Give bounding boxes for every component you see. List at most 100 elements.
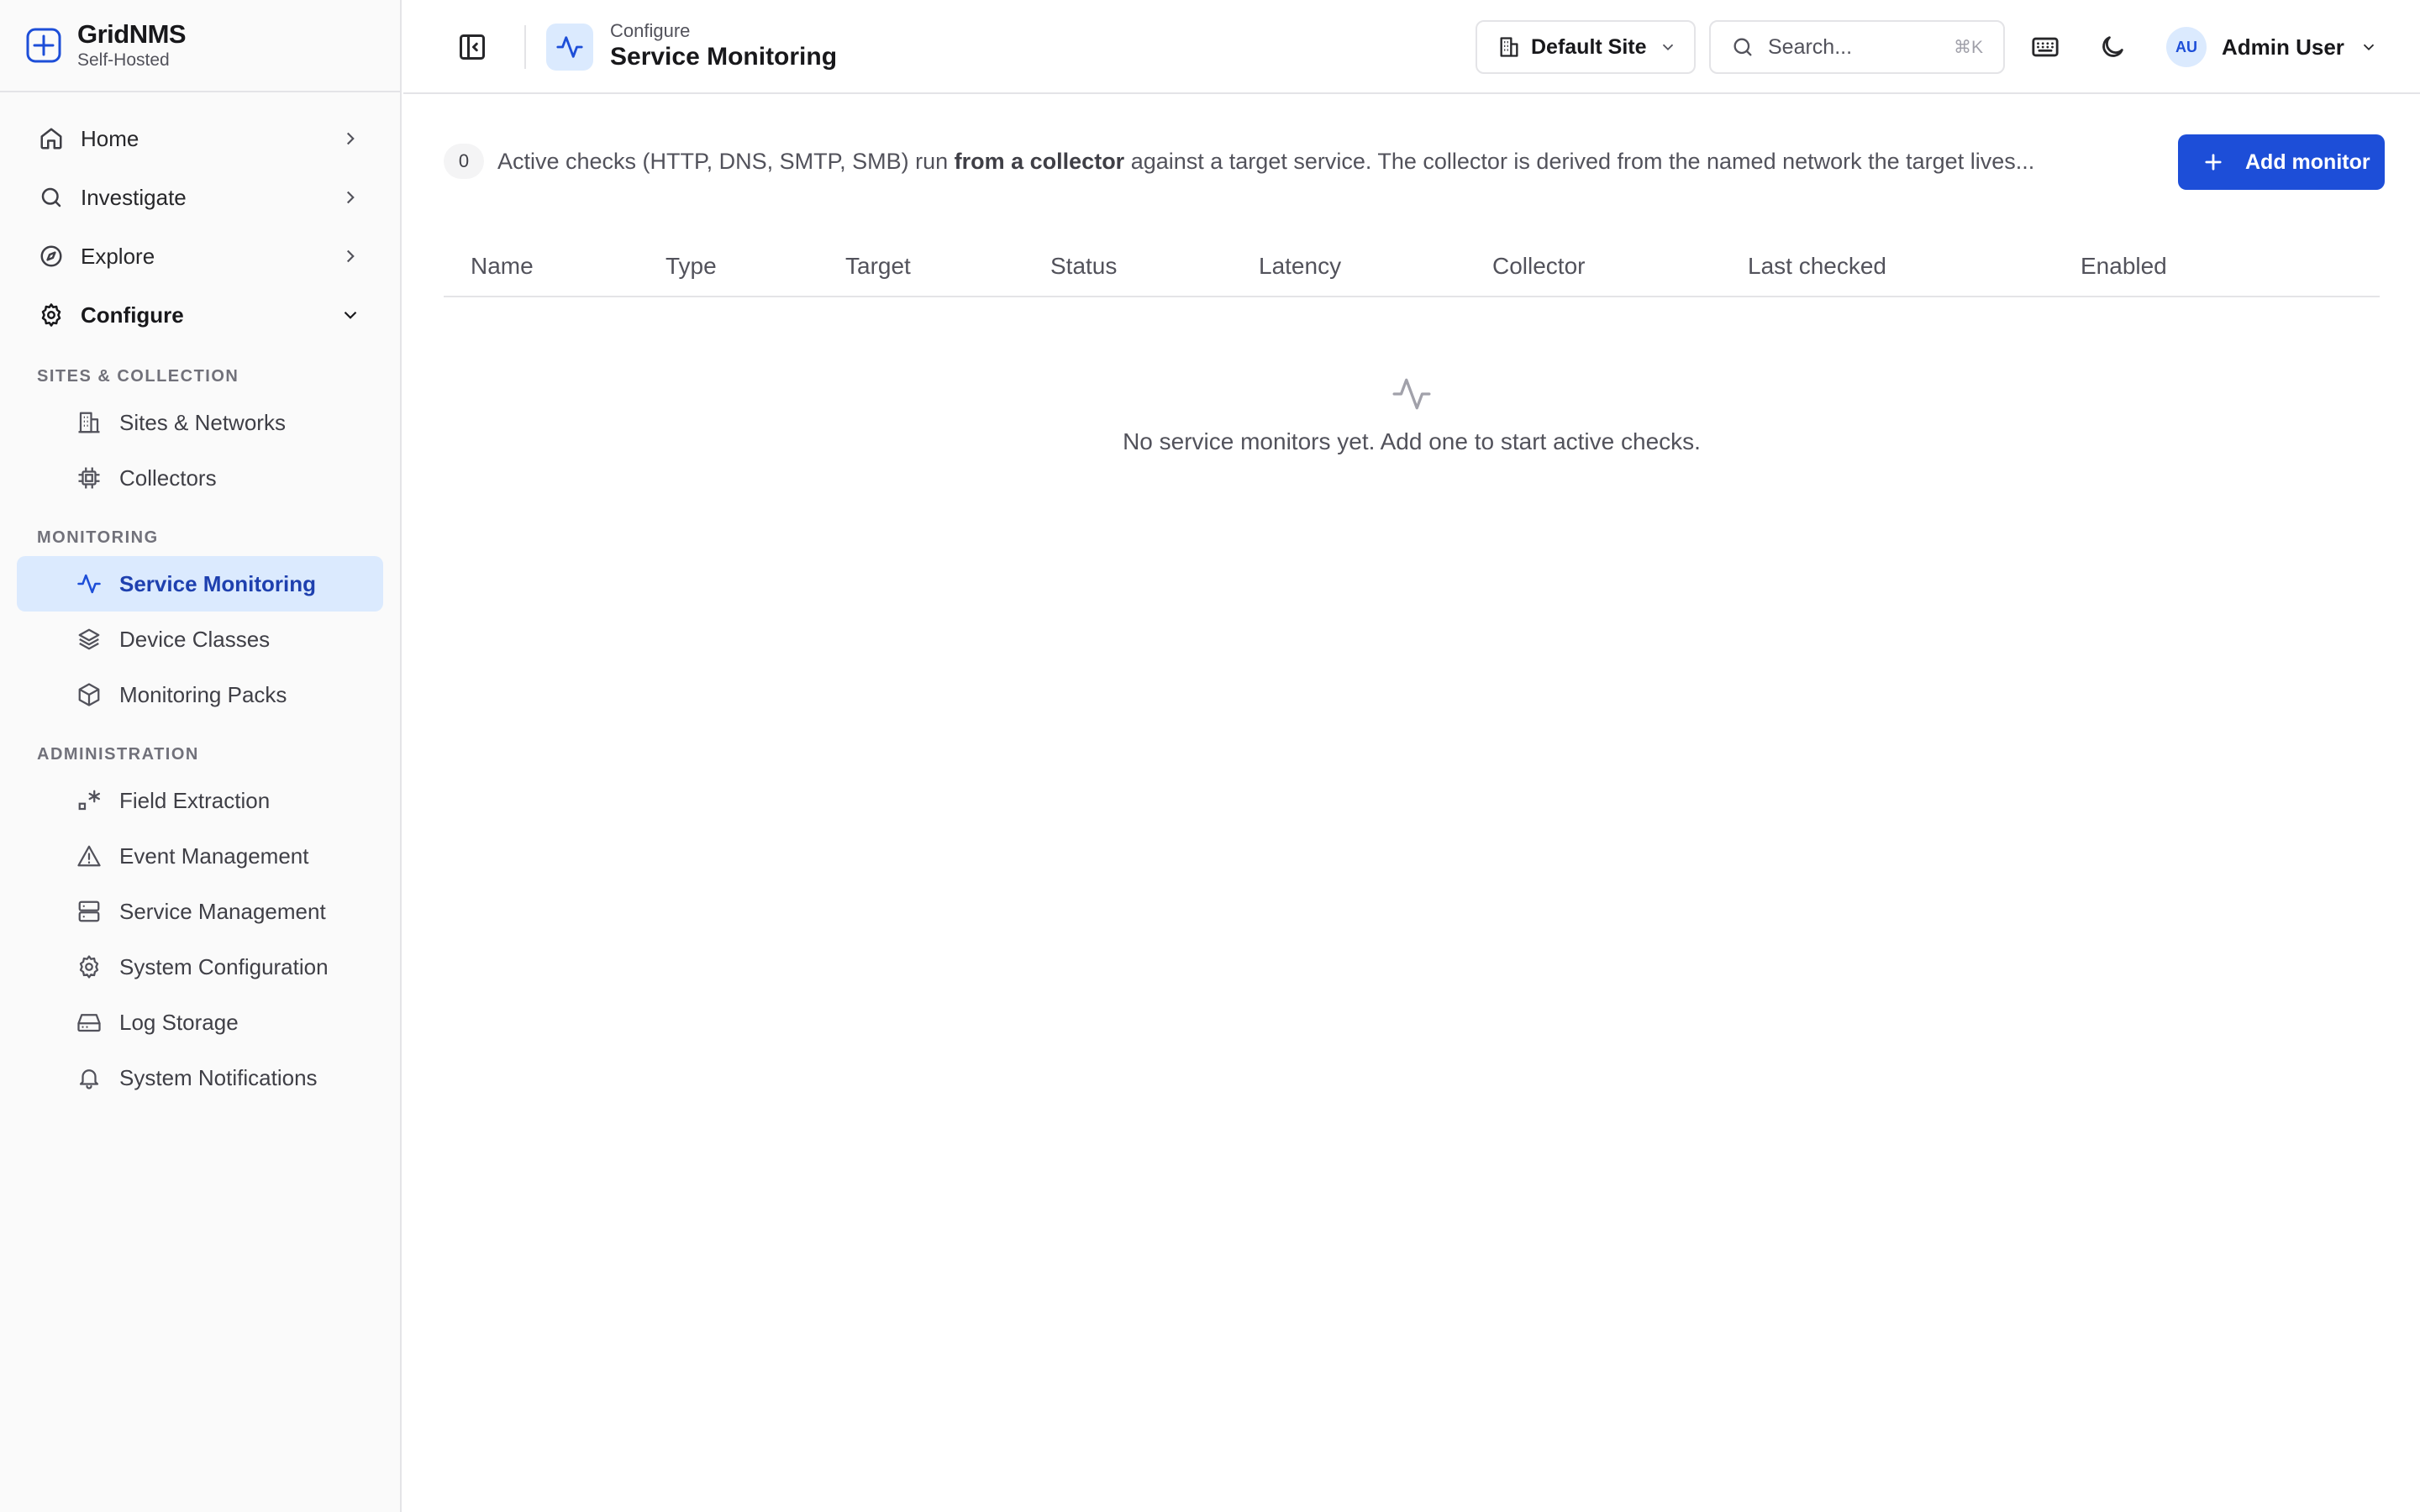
gridnms-logo-icon bbox=[25, 27, 62, 64]
keyboard-icon[interactable] bbox=[2028, 30, 2062, 64]
activity-icon bbox=[76, 570, 103, 597]
section-label-administration: ADMINISTRATION bbox=[37, 745, 199, 764]
monitors-table: Name Type Target Status Latency Collecto… bbox=[444, 237, 2380, 297]
warning-icon bbox=[76, 843, 103, 869]
info-text-bold: from a collector bbox=[954, 148, 1125, 174]
search-input[interactable]: Search... ⌘K bbox=[1709, 20, 2005, 74]
sidebar-item-monitoring-packs[interactable]: Monitoring Packs bbox=[17, 667, 383, 722]
column-header-type[interactable]: Type bbox=[666, 237, 717, 296]
sidebar-item-label: Field Extraction bbox=[119, 787, 271, 813]
empty-state: No service monitors yet. Add one to star… bbox=[444, 373, 2380, 455]
column-header-last-checked[interactable]: Last checked bbox=[1748, 237, 1886, 296]
page-title-block: Configure Service Monitoring bbox=[610, 20, 837, 72]
sidebar-item-label: Service Monitoring bbox=[119, 570, 317, 596]
sidebar-item-label: Configure bbox=[81, 302, 184, 328]
building-icon bbox=[76, 409, 103, 436]
sidebar-item-investigate[interactable]: Investigate bbox=[17, 168, 383, 227]
empty-state-message: No service monitors yet. Add one to star… bbox=[1123, 428, 1701, 454]
breadcrumb[interactable]: Configure bbox=[610, 20, 837, 42]
sidebar-item-label: Investigate bbox=[81, 184, 187, 210]
layers-icon bbox=[76, 626, 103, 653]
sidebar-item-label: Sites & Networks bbox=[119, 409, 286, 435]
chevron-down-icon bbox=[2360, 38, 2378, 56]
sidebar-item-system-configuration[interactable]: System Configuration bbox=[17, 939, 383, 995]
chevron-right-icon bbox=[339, 128, 361, 150]
sidebar-item-configure[interactable]: Configure bbox=[17, 286, 383, 344]
table-header: Name Type Target Status Latency Collecto… bbox=[444, 237, 2380, 297]
extract-icon bbox=[76, 787, 103, 814]
sidebar-item-label: System Notifications bbox=[119, 1064, 318, 1090]
add-monitor-label: Add monitor bbox=[2245, 150, 2370, 174]
sidebar-item-label: Log Storage bbox=[119, 1009, 239, 1035]
brand[interactable]: GridNMS Self-Hosted bbox=[0, 0, 400, 92]
sidebar-item-label: Monitoring Packs bbox=[119, 681, 287, 707]
search-icon bbox=[37, 183, 66, 212]
info-row: 0 Active checks (HTTP, DNS, SMTP, SMB) r… bbox=[444, 134, 2385, 190]
sidebar-item-service-monitoring[interactable]: Service Monitoring bbox=[17, 556, 383, 612]
info-text-prefix: Active checks (HTTP, DNS, SMTP, SMB) run bbox=[497, 148, 955, 174]
chip-icon bbox=[76, 465, 103, 491]
sidebar-item-label: Explore bbox=[81, 243, 155, 269]
header-divider bbox=[524, 25, 526, 69]
brand-subtitle: Self-Hosted bbox=[77, 50, 170, 70]
column-header-enabled[interactable]: Enabled bbox=[2081, 237, 2167, 296]
monitor-count-badge: 0 bbox=[444, 144, 484, 179]
sidebar-item-sites-networks[interactable]: Sites & Networks bbox=[17, 395, 383, 450]
column-header-target[interactable]: Target bbox=[845, 237, 911, 296]
column-header-collector[interactable]: Collector bbox=[1492, 237, 1585, 296]
home-icon bbox=[37, 124, 66, 153]
bell-icon bbox=[76, 1064, 103, 1091]
plus-icon bbox=[2202, 150, 2225, 174]
server-icon bbox=[76, 898, 103, 925]
avatar: AU bbox=[2166, 27, 2207, 67]
chevron-down-icon bbox=[1659, 38, 1677, 56]
sidebar-item-field-extraction[interactable]: Field Extraction bbox=[17, 773, 383, 828]
building-icon bbox=[1497, 35, 1521, 59]
section-label-monitoring: MONITORING bbox=[37, 528, 159, 547]
sidebar: GridNMS Self-Hosted Home Investigate Exp… bbox=[0, 0, 402, 1512]
site-selector[interactable]: Default Site bbox=[1476, 20, 1696, 74]
column-header-status[interactable]: Status bbox=[1050, 237, 1117, 296]
compass-icon bbox=[37, 242, 66, 270]
column-header-latency[interactable]: Latency bbox=[1259, 237, 1341, 296]
user-name: Admin User bbox=[2222, 34, 2344, 60]
search-shortcut: ⌘K bbox=[1953, 37, 1983, 57]
sidebar-item-service-management[interactable]: Service Management bbox=[17, 884, 383, 939]
site-selector-value: Default Site bbox=[1531, 34, 1647, 59]
user-menu[interactable]: AU Admin User bbox=[2166, 25, 2378, 69]
sidebar-item-system-notifications[interactable]: System Notifications bbox=[17, 1050, 383, 1105]
sidebar-nav: Home Investigate Explore Configure SITES… bbox=[0, 92, 400, 1105]
sidebar-item-label: Collectors bbox=[119, 465, 217, 491]
chevron-right-icon bbox=[339, 245, 361, 267]
sidebar-item-collectors[interactable]: Collectors bbox=[17, 450, 383, 506]
chevron-down-icon bbox=[339, 304, 361, 326]
sidebar-item-device-classes[interactable]: Device Classes bbox=[17, 612, 383, 667]
search-placeholder: Search... bbox=[1768, 34, 1853, 59]
moon-icon[interactable] bbox=[2096, 30, 2129, 64]
sidebar-item-explore[interactable]: Explore bbox=[17, 227, 383, 286]
brand-name: GridNMS bbox=[77, 19, 187, 49]
hard-drive-icon bbox=[76, 1009, 103, 1036]
chevron-right-icon bbox=[339, 186, 361, 208]
sidebar-item-label: System Configuration bbox=[119, 953, 329, 979]
sidebar-item-home[interactable]: Home bbox=[17, 109, 383, 168]
gear-icon bbox=[76, 953, 103, 980]
page-title: Service Monitoring bbox=[610, 43, 838, 71]
package-icon bbox=[76, 681, 103, 708]
section-label-sites-collection: SITES & COLLECTION bbox=[37, 367, 239, 386]
activity-icon bbox=[1391, 373, 1433, 415]
info-description: Active checks (HTTP, DNS, SMTP, SMB) run… bbox=[497, 149, 2144, 175]
sidebar-item-log-storage[interactable]: Log Storage bbox=[17, 995, 383, 1050]
sidebar-item-label: Device Classes bbox=[119, 626, 271, 652]
sidebar-item-label: Event Management bbox=[119, 843, 309, 869]
top-header: Configure Service Monitoring Default Sit… bbox=[403, 0, 2420, 94]
info-text-suffix: against a target service. The collector … bbox=[1124, 148, 2035, 174]
sidebar-item-event-management[interactable]: Event Management bbox=[17, 828, 383, 884]
gear-icon bbox=[37, 301, 66, 329]
activity-icon bbox=[546, 24, 593, 71]
sidebar-toggle-icon[interactable] bbox=[455, 30, 489, 64]
sidebar-item-label: Home bbox=[81, 125, 139, 151]
sidebar-item-label: Service Management bbox=[119, 898, 326, 924]
add-monitor-button[interactable]: Add monitor bbox=[2178, 134, 2385, 190]
column-header-name[interactable]: Name bbox=[471, 237, 534, 296]
